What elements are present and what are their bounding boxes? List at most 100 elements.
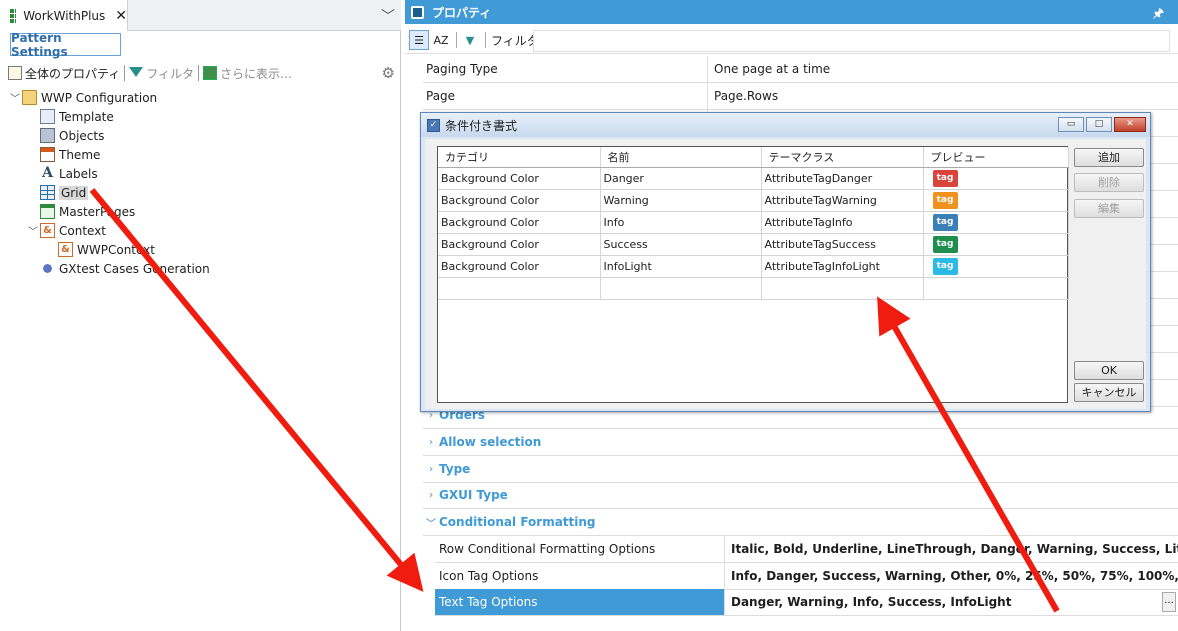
expand-chevron-icon[interactable]: ›	[423, 464, 439, 475]
pin-icon[interactable]: 🖈	[1153, 4, 1164, 25]
cell-theme-class[interactable]: AttributeTagInfo	[761, 211, 924, 234]
category-type[interactable]: › Type	[423, 456, 1178, 483]
cell-empty[interactable]	[600, 277, 762, 300]
property-value[interactable]: Page.Rows	[707, 83, 1178, 109]
close-icon[interactable]: ✕	[115, 8, 127, 24]
cell-name[interactable]: Danger	[600, 167, 762, 190]
tree-node-theme[interactable]: Theme	[26, 145, 100, 164]
cell-name[interactable]: Info	[600, 211, 762, 234]
property-value[interactable]: One page at a time	[707, 56, 1178, 82]
column-header-category[interactable]: カテゴリ	[438, 147, 601, 168]
cell-empty[interactable]	[923, 277, 1069, 300]
theme-icon	[40, 147, 55, 162]
toolbar-divider	[485, 32, 486, 48]
labels-icon: A	[42, 165, 53, 181]
property-name: Paging Type	[426, 62, 498, 76]
properties-window-icon	[411, 5, 424, 19]
table-row-new[interactable]	[438, 277, 1069, 300]
toolbar-divider	[456, 32, 457, 48]
property-value[interactable]: Danger, Warning, Info, Success, InfoLigh…	[724, 589, 1178, 615]
filter-icon[interactable]: ▼	[460, 30, 480, 50]
property-row-row-conditional-formatting[interactable]: Row Conditional Formatting Options Itali…	[435, 536, 1178, 563]
property-row-paging-type[interactable]: Paging Type One page at a time	[423, 56, 1178, 83]
property-name: Row Conditional Formatting Options	[439, 542, 656, 556]
collapse-chevron-icon[interactable]: ﹀	[423, 515, 439, 530]
property-value[interactable]: Italic, Bold, Underline, LineThrough, Da…	[724, 536, 1178, 562]
cell-preview: tag	[923, 211, 1069, 234]
dialog-title-bar: ✓ 条件付き書式 ▭ □ ✕	[421, 113, 1150, 137]
tree-node-wwp-configuration[interactable]: ﹀ WWP Configuration	[8, 88, 157, 107]
expand-chevron-icon[interactable]: ›	[423, 437, 439, 448]
pattern-settings-button[interactable]: Pattern Settings	[10, 31, 121, 59]
sort-az-icon[interactable]: AZ	[431, 30, 451, 50]
category-allow-selection[interactable]: › Allow selection	[423, 429, 1178, 456]
cell-category[interactable]: Background Color	[438, 233, 601, 256]
tree-node-grid[interactable]: Grid	[26, 183, 89, 202]
cell-theme-class[interactable]: AttributeTagInfoLight	[761, 255, 924, 278]
tree-node-label: Labels	[59, 166, 98, 181]
cell-category[interactable]: Background Color	[438, 167, 601, 190]
tree-node-objects[interactable]: Objects	[26, 126, 104, 145]
edit-button[interactable]: 編集	[1074, 199, 1144, 218]
cell-name[interactable]: Warning	[600, 189, 762, 212]
cell-theme-class[interactable]: AttributeTagDanger	[761, 167, 924, 190]
table-row[interactable]: Background Color Success AttributeTagSuc…	[438, 233, 1069, 256]
cell-category[interactable]: Background Color	[438, 189, 601, 212]
cell-category[interactable]: Background Color	[438, 211, 601, 234]
maximize-button[interactable]: □	[1086, 117, 1112, 132]
dialog-title: 条件付き書式	[445, 118, 518, 133]
category-label: Type	[439, 462, 471, 476]
column-header-theme-class[interactable]: テーマクラス	[761, 147, 924, 168]
show-more-button[interactable]: さらに表示…	[220, 65, 292, 82]
cell-empty[interactable]	[438, 277, 601, 300]
chevron-down-icon[interactable]: ﹀	[381, 6, 395, 26]
tree-node-label: WWPContext	[77, 242, 155, 257]
workwithplus-grid-icon	[10, 8, 16, 23]
cell-category[interactable]: Background Color	[438, 255, 601, 278]
tree-node-label: Template	[59, 109, 114, 124]
column-header-name[interactable]: 名前	[600, 147, 762, 168]
collapse-chevron-icon[interactable]: ﹀	[8, 90, 22, 105]
minimize-button[interactable]: ▭	[1058, 117, 1084, 132]
cancel-button[interactable]: キャンセル	[1074, 383, 1144, 402]
cell-name[interactable]: Success	[600, 233, 762, 256]
tree-node-gxtest[interactable]: GXtest Cases Generation	[26, 259, 210, 278]
tab-workwithplus[interactable]: WorkWithPlus ✕	[0, 0, 128, 31]
property-row-icon-tag-options[interactable]: Icon Tag Options Info, Danger, Success, …	[435, 563, 1178, 590]
collapse-chevron-icon[interactable]: ﹀	[26, 223, 40, 238]
column-header-preview[interactable]: プレビュー	[923, 147, 1069, 168]
table-row[interactable]: Background Color InfoLight AttributeTagI…	[438, 255, 1069, 278]
categorized-view-icon[interactable]: ☰	[409, 30, 429, 50]
table-row[interactable]: Background Color Warning AttributeTagWar…	[438, 189, 1069, 212]
dialog-app-icon: ✓	[427, 118, 440, 132]
cell-empty[interactable]	[761, 277, 924, 300]
ok-button[interactable]: OK	[1074, 361, 1144, 380]
masterpages-icon	[40, 204, 55, 219]
filter-button[interactable]: フィルタ	[146, 65, 194, 82]
category-gxui-type[interactable]: › GXUI Type	[423, 482, 1178, 509]
add-button[interactable]: 追加	[1074, 148, 1144, 167]
category-conditional-formatting[interactable]: ﹀ Conditional Formatting	[423, 509, 1178, 536]
cell-theme-class[interactable]: AttributeTagWarning	[761, 189, 924, 212]
close-button[interactable]: ✕	[1114, 117, 1146, 132]
ellipsis-button[interactable]: ...	[1162, 592, 1176, 612]
table-row[interactable]: Background Color Info AttributeTagInfo t…	[438, 211, 1069, 234]
table-row[interactable]: Background Color Danger AttributeTagDang…	[438, 167, 1069, 190]
cell-name[interactable]: InfoLight	[600, 255, 762, 278]
gear-icon[interactable]: ⚙	[382, 64, 395, 82]
filter-input[interactable]	[533, 30, 1170, 52]
tree-node-masterpages[interactable]: MasterPages	[26, 202, 135, 221]
property-row-text-tag-options[interactable]: Text Tag Options Danger, Warning, Info, …	[435, 589, 1178, 616]
property-row-page[interactable]: Page Page.Rows	[423, 83, 1178, 110]
property-value[interactable]: Info, Danger, Success, Warning, Other, 0…	[724, 563, 1178, 589]
tree-node-wwpcontext[interactable]: & WWPContext	[44, 240, 155, 259]
tag-preview-info: tag	[932, 213, 958, 231]
tree-node-labels[interactable]: A Labels	[26, 164, 98, 183]
expand-chevron-icon[interactable]: ›	[423, 490, 439, 501]
tree-node-template[interactable]: Template	[26, 107, 114, 126]
cell-theme-class[interactable]: AttributeTagSuccess	[761, 233, 924, 256]
properties-icon	[8, 66, 22, 80]
all-properties-button[interactable]: 全体のプロパティ	[25, 65, 120, 82]
tree-node-context[interactable]: ﹀ & Context	[26, 221, 106, 240]
delete-button[interactable]: 削除	[1074, 173, 1144, 192]
